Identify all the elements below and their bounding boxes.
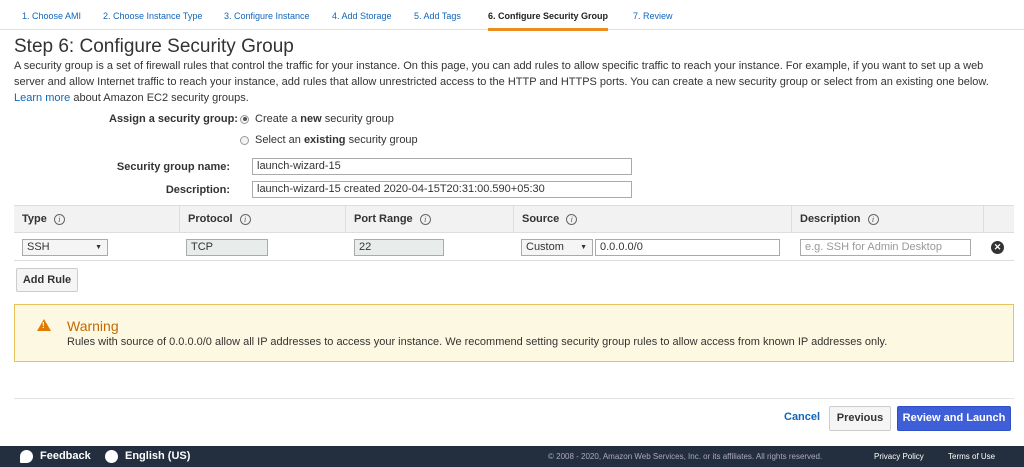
info-icon[interactable]: i: [239, 213, 251, 225]
source-select[interactable]: Custom ▼: [521, 239, 593, 256]
radio-button-checked[interactable]: [240, 114, 249, 124]
divider: [14, 398, 1014, 399]
source-select-value: Custom: [526, 241, 564, 253]
assign-security-group-label: Assign a security group:: [109, 113, 238, 125]
col-protocol: Protocol i: [180, 206, 346, 232]
previous-button[interactable]: Previous: [829, 406, 891, 431]
col-port-range: Port Range i: [346, 206, 514, 232]
radio-label-post: security group: [324, 113, 394, 125]
col-source-label: Source: [522, 213, 560, 225]
step-configure-instance[interactable]: 3. Configure Instance: [224, 0, 310, 30]
wizard-steps: 1. Choose AMI 2. Choose Instance Type 3.…: [0, 0, 1024, 31]
terms-of-use-link[interactable]: Terms of Use: [948, 446, 995, 467]
copyright-text: © 2008 - 2020, Amazon Web Services, Inc.…: [548, 452, 823, 461]
page-title: Step 6: Configure Security Group: [14, 36, 294, 57]
remove-rule-icon[interactable]: ✕: [991, 241, 1004, 254]
info-icon[interactable]: i: [53, 213, 65, 225]
port-range-field: 22: [354, 239, 444, 256]
step-review[interactable]: 7. Review: [633, 0, 673, 30]
footer: Feedback English (US) © 2008 - 2020, Ama…: [0, 446, 1024, 467]
security-group-name-label: Security group name:: [116, 161, 230, 173]
add-rule-button[interactable]: Add Rule: [16, 268, 78, 292]
radio-label-pre: Create a: [255, 113, 298, 125]
warning-title: Warning: [67, 318, 119, 334]
warning-text: Rules with source of 0.0.0.0/0 allow all…: [67, 336, 888, 348]
step-add-storage[interactable]: 4. Add Storage: [332, 0, 392, 30]
col-port-range-label: Port Range: [354, 213, 413, 225]
source-cidr-input[interactable]: 0.0.0.0/0: [595, 239, 780, 256]
review-and-launch-button[interactable]: Review and Launch: [897, 406, 1011, 431]
col-actions: [984, 206, 1014, 232]
radio-select-existing[interactable]: Select an existing security group: [240, 134, 418, 146]
learn-more-link[interactable]: Learn more: [14, 92, 70, 104]
protocol-field: TCP: [186, 239, 268, 256]
cancel-button[interactable]: Cancel: [784, 411, 820, 423]
page-intro: A security group is a set of firewall ru…: [14, 58, 1014, 106]
type-select[interactable]: SSH ▼: [22, 239, 108, 256]
caret-down-icon: ▼: [580, 244, 587, 251]
radio-create-new[interactable]: Create a new security group: [240, 113, 394, 125]
col-type: Type i: [14, 206, 180, 232]
col-protocol-label: Protocol: [188, 213, 233, 225]
col-description: Description i: [792, 206, 984, 232]
step-add-tags[interactable]: 5. Add Tags: [414, 0, 461, 30]
language-selector[interactable]: English (US): [105, 446, 190, 467]
language-label: English (US): [125, 450, 191, 462]
col-source: Source i: [514, 206, 792, 232]
radio-label-bold: existing: [303, 134, 346, 146]
type-select-value: SSH: [27, 241, 50, 253]
intro-tail: about Amazon EC2 security groups.: [73, 92, 249, 104]
rules-table-header: Type i Protocol i Port Range i Source i Desc…: [14, 205, 1014, 233]
info-icon[interactable]: i: [566, 213, 578, 225]
info-icon[interactable]: i: [867, 213, 879, 225]
radio-button[interactable]: [240, 135, 249, 145]
step-choose-ami[interactable]: 1. Choose AMI: [22, 0, 81, 30]
speech-bubble-icon: [20, 450, 33, 463]
col-description-label: Description: [800, 213, 861, 225]
description-input[interactable]: launch-wizard-15 created 2020-04-15T20:3…: [252, 181, 632, 198]
step-choose-instance-type[interactable]: 2. Choose Instance Type: [103, 0, 202, 30]
feedback-link[interactable]: Feedback: [20, 446, 91, 467]
table-row: SSH ▼ TCP 22 Custom ▼ 0.0.0.0/0 e.g. SSH f…: [14, 233, 1014, 261]
description-label: Description:: [165, 184, 230, 196]
feedback-label: Feedback: [40, 450, 91, 462]
radio-label-post: security group: [348, 134, 418, 146]
globe-icon: [105, 450, 118, 463]
rule-description-input[interactable]: e.g. SSH for Admin Desktop: [800, 239, 971, 256]
info-icon[interactable]: i: [419, 213, 431, 225]
privacy-policy-link[interactable]: Privacy Policy: [874, 446, 924, 467]
warning-icon: !: [37, 319, 51, 331]
intro-text: A security group is a set of firewall ru…: [14, 60, 989, 88]
warning-box: ! Warning Rules with source of 0.0.0.0/0…: [14, 304, 1014, 362]
radio-label-bold: new: [300, 113, 322, 125]
security-group-name-input[interactable]: launch-wizard-15: [252, 158, 632, 175]
radio-label-pre: Select an: [255, 134, 301, 146]
caret-down-icon: ▼: [95, 244, 102, 251]
col-type-label: Type: [22, 213, 47, 225]
step-configure-security-group[interactable]: 6. Configure Security Group: [488, 0, 609, 31]
